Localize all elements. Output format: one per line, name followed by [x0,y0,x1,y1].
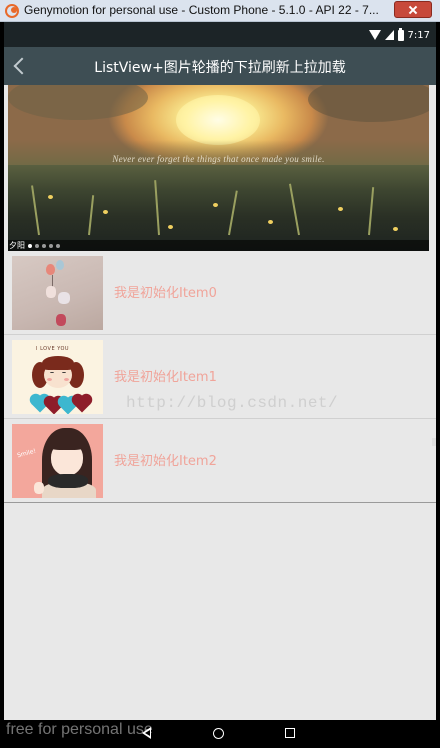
action-bar-title: ListView+图片轮播的下拉刷新上拉加载 [94,60,346,76]
carousel-dot[interactable] [28,244,32,248]
item-thumbnail: I LOVE YOU [12,340,103,414]
cheek [47,378,52,381]
nav-recents-icon[interactable] [285,728,295,738]
navigation-bar: free for personal use [0,720,440,748]
eye [62,372,66,374]
thumb-text: I LOVE YOU [36,346,70,352]
flower [48,195,53,199]
action-bar: ListView+图片轮播的下拉刷新上拉加载 [4,47,436,85]
flower [268,220,273,224]
grass-blade [88,195,95,236]
carousel-dot[interactable] [49,244,53,248]
item-thumbnail: Smile! [12,424,103,498]
personal-use-watermark: free for personal use [6,721,153,738]
carousel-dot[interactable] [35,244,39,248]
carousel-dot[interactable] [42,244,46,248]
item-label: 我是初始化Item2 [114,454,217,469]
hand [34,482,44,494]
nav-back-icon-inner [145,729,150,736]
grass-blade [288,183,300,236]
grass-blade [368,187,375,236]
thumb-text: Smile! [16,447,37,460]
wifi-icon [368,30,381,40]
balloon [56,260,64,270]
eye [50,372,54,374]
grass-blade [228,190,238,236]
window-title: Genymotion for personal use - Custom Pho… [24,3,379,17]
figure [46,286,56,298]
device-screen: 7:17 ListView+图片轮播的下拉刷新上拉加载 Never ever f… [4,22,436,720]
list-item[interactable]: Smile! 我是初始化Item2 [4,419,436,503]
flower [213,203,218,207]
banner-label: 夕阳 [9,241,25,250]
flower [103,210,108,214]
image-carousel[interactable]: Never ever forget the things that once m… [8,85,429,251]
banner-field [8,165,429,251]
grass-blade [154,180,160,236]
cheek [64,378,69,381]
list-view[interactable]: 我是初始化Item0 I LOVE YOU 我是初始化Item1 Smile! … [4,251,436,503]
flower [393,227,398,231]
carousel-dot[interactable] [56,244,60,248]
nav-home-icon[interactable] [213,728,224,739]
item-label: 我是初始化Item0 [114,286,217,301]
list-item[interactable]: 我是初始化Item0 [4,251,436,335]
genymotion-icon [5,4,19,18]
signal-icon [384,30,394,40]
status-time: 7:17 [407,29,430,41]
battery-icon [397,27,404,41]
status-bar: 7:17 [4,22,436,47]
status-icons: 7:17 [368,27,430,41]
window-titlebar: Genymotion for personal use - Custom Pho… [0,0,440,22]
item-thumbnail [12,256,103,330]
fringe [42,356,74,370]
flower [338,207,343,211]
heart [73,395,91,413]
grass-blade [31,185,40,236]
flower [168,225,173,229]
blog-watermark: http://blog.csdn.net/ [126,394,339,412]
close-icon[interactable] [394,1,432,18]
scroll-marker [432,438,436,446]
fringe [48,434,86,450]
figure [58,292,70,304]
banner-sun [176,95,260,145]
balloon [46,264,55,275]
banner-caption: Never ever forget the things that once m… [112,154,325,164]
figure [56,314,66,326]
item-label: 我是初始化Item1 [114,370,217,385]
banner-dots [28,244,60,248]
scarf [48,474,88,488]
banner-indicator-bar: 夕阳 [8,240,429,251]
